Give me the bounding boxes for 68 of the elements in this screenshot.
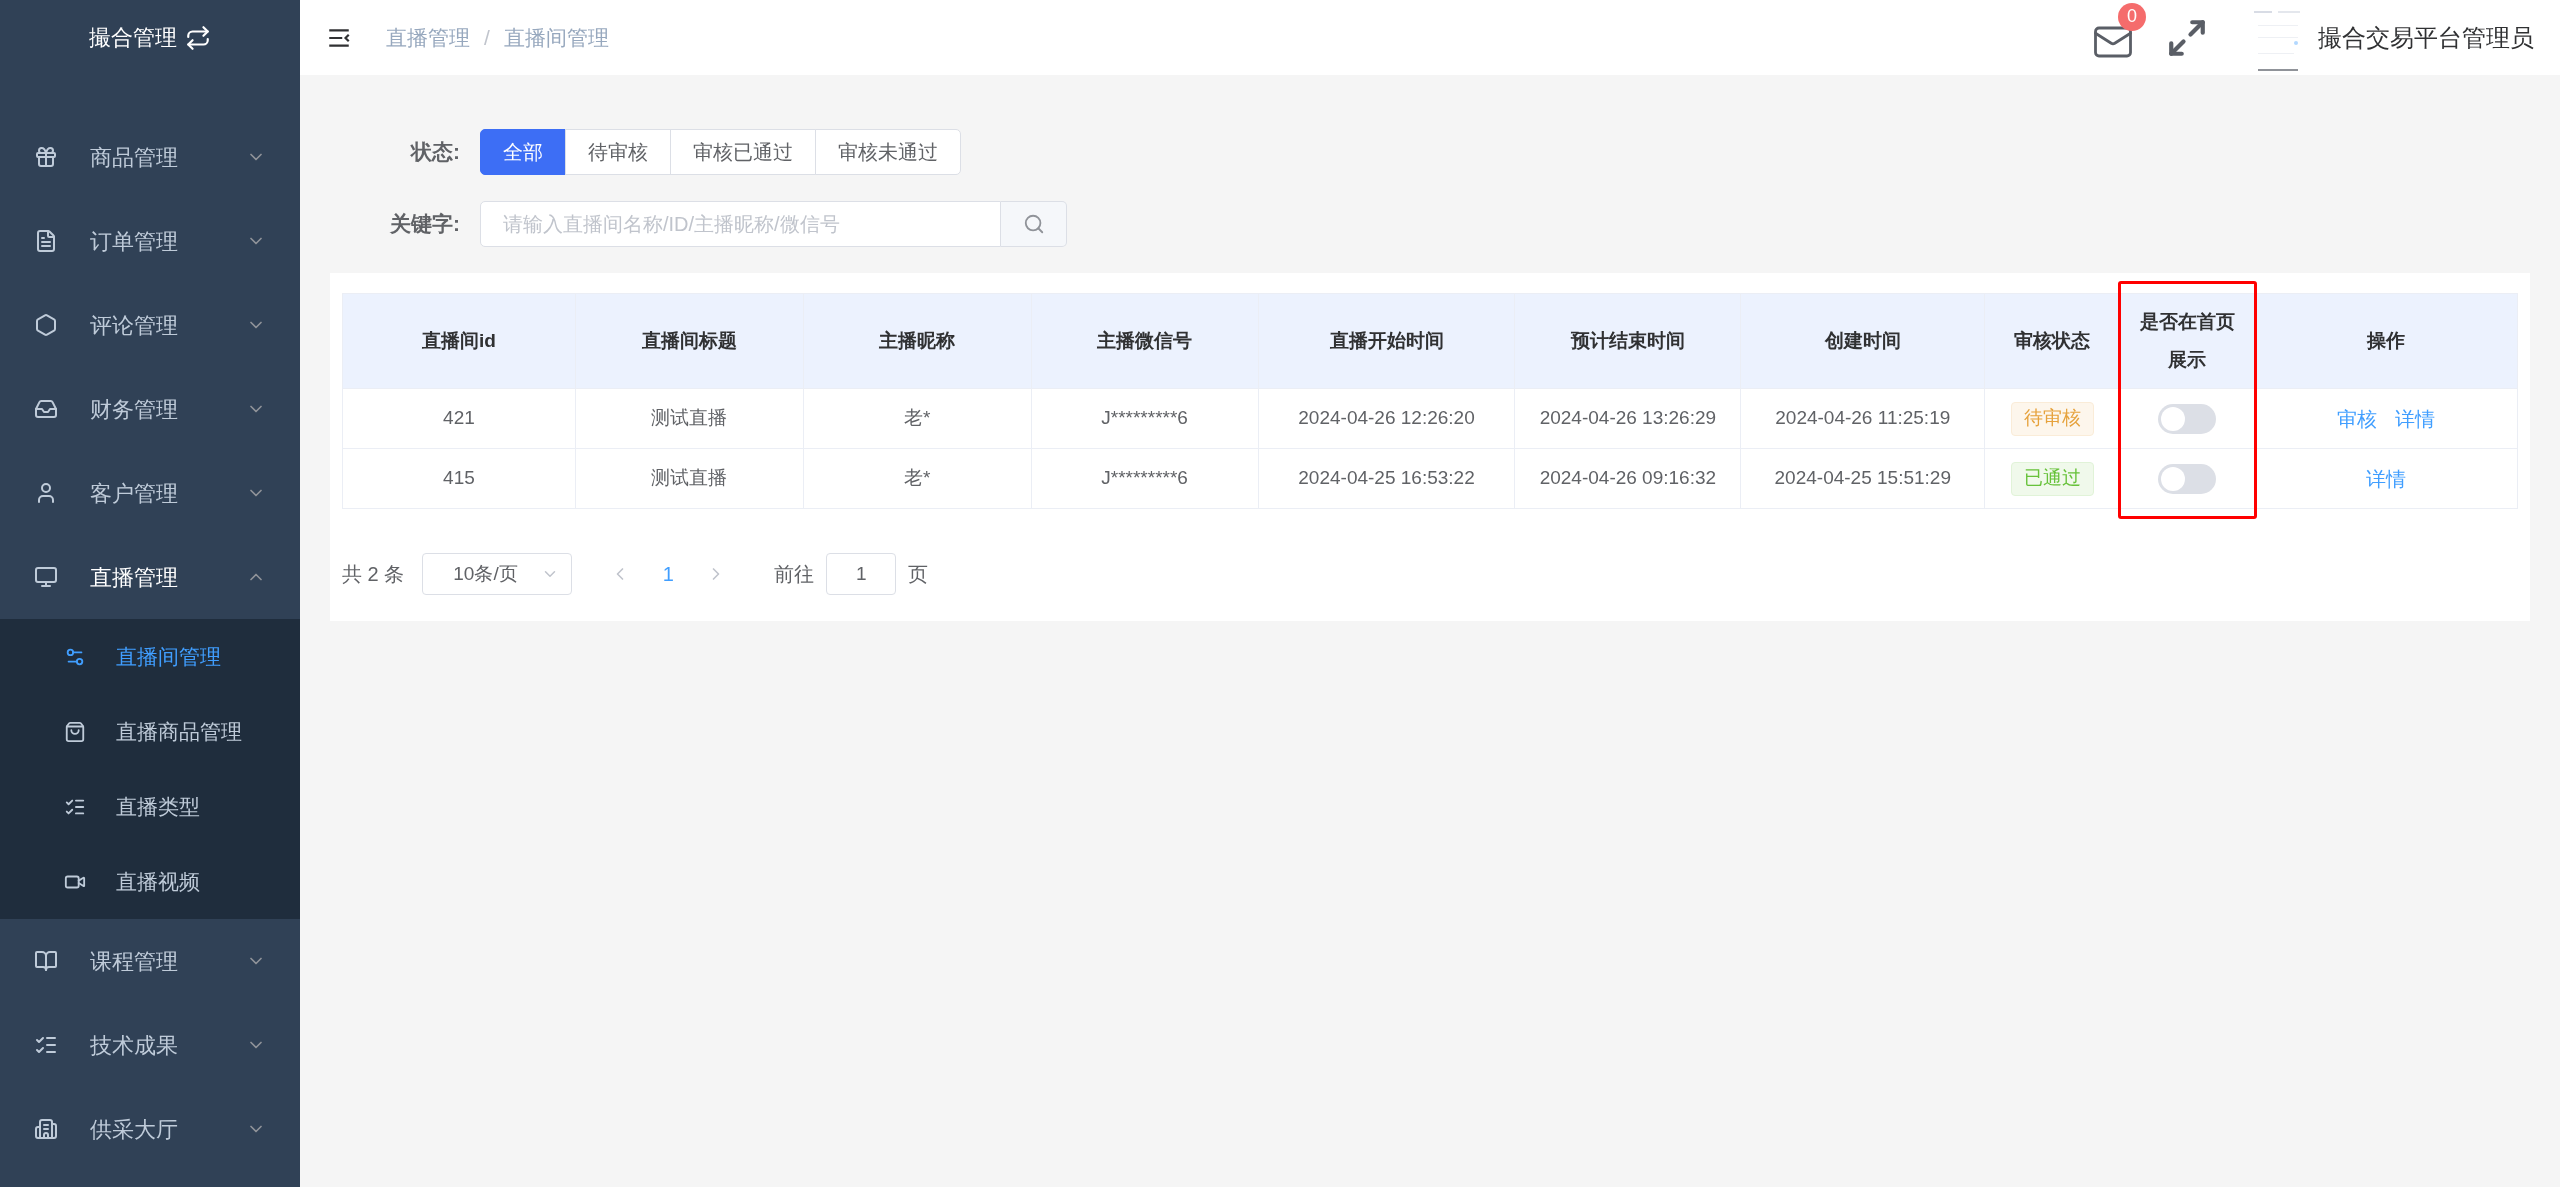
hexagon-icon <box>34 313 58 337</box>
search-icon <box>1022 213 1045 235</box>
keyword-search-field[interactable]: 请输入直播间名称/ID/主播昵称/微信号 <box>480 201 1001 247</box>
gift-icon <box>34 145 58 169</box>
bag-icon <box>64 720 86 743</box>
table-cell: 测试直播 <box>575 389 804 449</box>
status-tag: 待审核 <box>2010 401 2094 436</box>
menu-item[interactable]: 财务管理 <box>0 367 300 451</box>
submenu-item[interactable]: 直播间管理 <box>0 619 300 694</box>
keyword-label: 关键字: <box>389 211 461 238</box>
column-header: 直播间id <box>343 294 576 389</box>
swap-icon[interactable] <box>185 24 211 51</box>
page-jump-field[interactable]: 1 <box>826 553 897 595</box>
submenu-item[interactable]: 直播视频 <box>0 844 300 919</box>
column-header: 主播昵称 <box>803 294 1032 389</box>
table-cell: 2024-04-26 12:26:20 <box>1258 389 1516 449</box>
submenu-item[interactable]: 直播类型 <box>0 769 300 844</box>
status-filter-button[interactable]: 待审核 <box>565 129 671 175</box>
building-icon <box>34 1117 58 1141</box>
column-header: 是否在首页展示 <box>2120 294 2256 389</box>
table-cell: 2024-04-25 16:53:22 <box>1258 449 1516 509</box>
status-filter-button[interactable]: 审核未通过 <box>815 129 961 175</box>
monitor-icon <box>34 565 58 589</box>
menu-item[interactable]: 供采大厅 <box>0 1087 300 1171</box>
status-filter-button[interactable]: 全部 <box>480 129 566 175</box>
user-name[interactable]: 撮合交易平台管理员 <box>2318 19 2534 56</box>
status-filter-button[interactable]: 审核已通过 <box>670 129 816 175</box>
goto-label: 前往 <box>774 562 815 587</box>
search-button[interactable] <box>1001 201 1067 247</box>
toggle-switch[interactable] <box>2158 403 2217 434</box>
table-cell: 2024-04-25 15:51:29 <box>1741 449 1986 509</box>
toggle-switch[interactable] <box>2158 463 2217 494</box>
table-cell: 老* <box>803 449 1032 509</box>
inbox-icon <box>34 397 58 421</box>
column-header: 操作 <box>2255 294 2518 389</box>
table-cell: 421 <box>343 389 576 449</box>
table-cell: 测试直播 <box>575 449 804 509</box>
breadcrumb-separator: / <box>484 24 490 51</box>
document-icon <box>34 229 58 253</box>
table-cell: 2024-04-26 11:25:19 <box>1741 389 1986 449</box>
sidebar-title: 撮合管理 <box>89 24 177 52</box>
status-tag: 已通过 <box>2010 461 2094 496</box>
notification-badge: 0 <box>2118 2 2146 31</box>
table-cell: 415 <box>343 449 576 509</box>
column-header: 创建时间 <box>1741 294 1986 389</box>
table-cell: J*********6 <box>1031 449 1259 509</box>
menu-item[interactable]: 评论管理 <box>0 283 300 367</box>
menu-item[interactable]: 订单管理 <box>0 199 300 283</box>
table-cell: 2024-04-26 13:26:29 <box>1515 389 1742 449</box>
page-size-select[interactable]: 10条/页 <box>422 553 573 595</box>
menu-item[interactable]: 课程管理 <box>0 919 300 1003</box>
column-header: 主播微信号 <box>1031 294 1259 389</box>
menu-item[interactable]: 直播管理 <box>0 535 300 619</box>
menu-item[interactable]: 客户管理 <box>0 451 300 535</box>
table-cell: 2024-04-26 09:16:32 <box>1515 449 1742 509</box>
column-header: 审核状态 <box>1985 294 2121 389</box>
menu-item[interactable]: 商品管理 <box>0 115 300 199</box>
column-header: 直播开始时间 <box>1258 294 1516 389</box>
submenu-item[interactable]: 直播商品管理 <box>0 694 300 769</box>
column-header: 直播间标题 <box>575 294 804 389</box>
status-label: 状态: <box>409 139 461 166</box>
book-icon <box>34 949 58 973</box>
total-count: 共 2 条 <box>342 562 405 587</box>
goto-suffix: 页 <box>908 562 929 587</box>
column-header: 预计结束时间 <box>1515 294 1742 389</box>
menu-item[interactable]: 技术成果 <box>0 1003 300 1087</box>
table-cell: 老* <box>803 389 1032 449</box>
table-cell: J*********6 <box>1031 389 1259 449</box>
